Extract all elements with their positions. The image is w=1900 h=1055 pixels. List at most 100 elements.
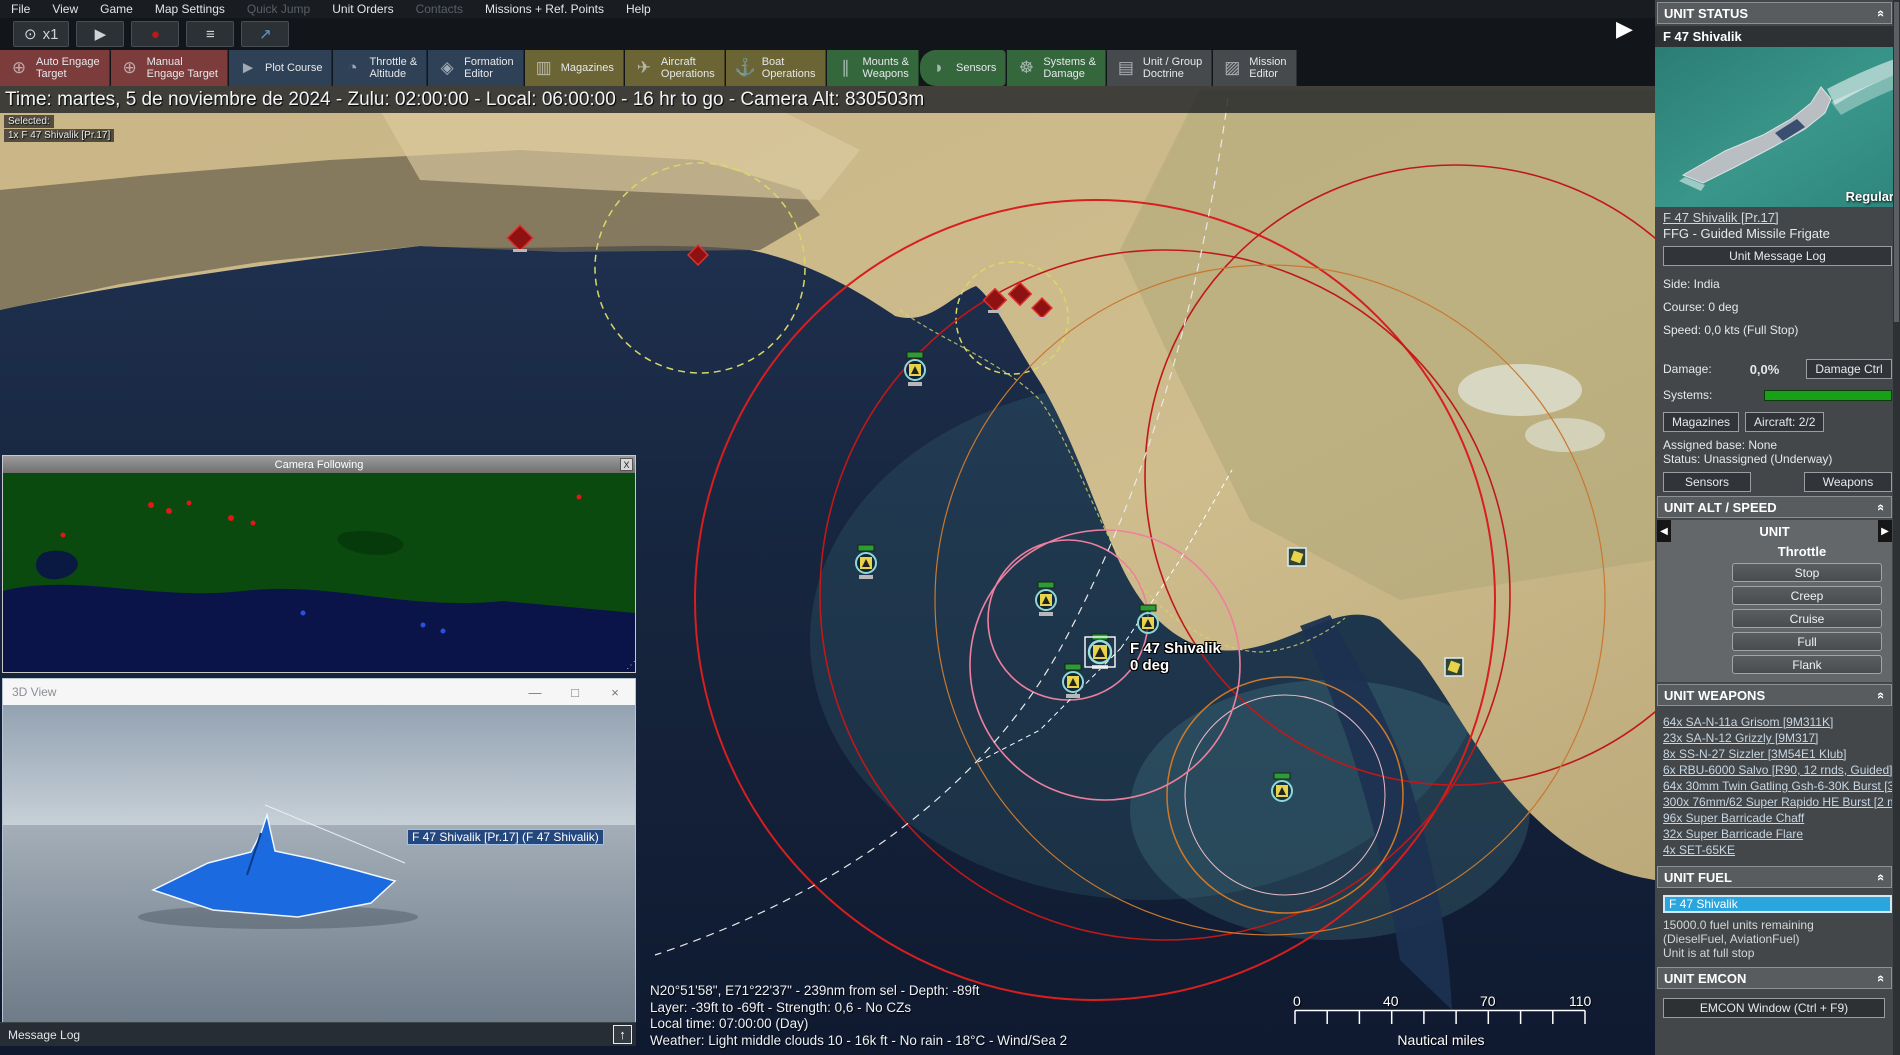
mission-editor-button[interactable]: ▨ Mission Editor — [1213, 50, 1296, 86]
sidebar-scrollbar[interactable] — [1893, 0, 1900, 1055]
formation-editor-button[interactable]: ◈ Formation Editor — [428, 50, 524, 86]
expand-log-button[interactable]: ↑ — [613, 1025, 632, 1044]
menu-help[interactable]: Help — [615, 1, 662, 17]
menu-file[interactable]: File — [0, 1, 41, 17]
jump-to-button[interactable]: ↗ — [241, 21, 289, 47]
mounts-weapons-button[interactable]: ∥ Mounts & Weapons — [827, 50, 919, 86]
play-button[interactable]: ▶ — [76, 21, 124, 47]
sensors-icon: ◗ — [929, 62, 949, 74]
jump-icon: ↗ — [259, 25, 272, 43]
map-unit-name: F 47 Shivalik — [1130, 640, 1221, 657]
menu-map-settings[interactable]: Map Settings — [144, 1, 236, 17]
camera-window-title: Camera Following — [275, 459, 364, 471]
salt-flat — [1458, 364, 1582, 416]
unit-emcon-header[interactable]: UNIT EMCON « — [1657, 967, 1892, 989]
menu-unit-orders[interactable]: Unit Orders — [321, 1, 404, 17]
aircraft-operations-button[interactable]: ✈ Aircraft Operations — [625, 50, 725, 86]
3d-view-window[interactable]: 3D View — □ × — [2, 678, 636, 1023]
throttle-creep-button[interactable]: Creep — [1732, 586, 1882, 605]
unit-fuel-header[interactable]: UNIT FUEL « — [1657, 866, 1892, 888]
camera-following-window[interactable]: Camera Following X ⋰ — [2, 455, 636, 673]
tactical-map[interactable]: F 47 Shivalik 0 deg File View Game Map S… — [0, 0, 1655, 1055]
clock-icon: ⊙ — [24, 25, 37, 43]
weapon-link[interactable]: 64x SA-N-11a Grisom [9M311K] — [1663, 714, 1892, 730]
sensors-button[interactable]: ◗ Sensors — [920, 50, 1006, 86]
3d-view-titlebar[interactable]: 3D View — □ × — [3, 679, 635, 705]
weapon-link[interactable]: 6x RBU-6000 Salvo [R90, 12 rnds, Guided] — [1663, 762, 1892, 778]
record-button[interactable]: ● — [131, 21, 179, 47]
unit-db-link[interactable]: F 47 Shivalik [Pr.17] — [1663, 210, 1892, 225]
weapons-panel-button[interactable]: Weapons — [1804, 472, 1892, 492]
menu-game[interactable]: Game — [89, 1, 144, 17]
systems-damage-button[interactable]: ☸ Systems & Damage — [1007, 50, 1106, 86]
unit-status-header[interactable]: UNIT STATUS « — [1657, 2, 1892, 24]
map-unit-label: F 47 Shivalik 0 deg — [1130, 640, 1221, 674]
magazines-button[interactable]: ▥ Magazines — [525, 50, 624, 86]
close-icon[interactable]: X — [620, 458, 633, 471]
plot-course-button[interactable]: ► Plot Course — [229, 50, 332, 86]
weapon-link[interactable]: 64x 30mm Twin Gatling Gsh-6-30K Burst [3 — [1663, 778, 1892, 794]
message-log-bar[interactable]: Message Log ↑ — [0, 1022, 636, 1046]
prev-arrow-icon[interactable]: ◀ — [1657, 520, 1671, 542]
menu-missions-ref-points[interactable]: Missions + Ref. Points — [474, 1, 615, 17]
magazines-panel-button[interactable]: Magazines — [1663, 412, 1739, 432]
gear-icon: ☸ — [1016, 62, 1036, 74]
maximize-icon[interactable]: □ — [555, 685, 595, 700]
time-compression-button[interactable]: ⊙ x1 — [13, 21, 69, 47]
friendly-unit-icon[interactable] — [1138, 605, 1158, 633]
unit-status-line: Status: Unassigned (Underway) — [1655, 452, 1900, 466]
selection-readout: Selected: 1x F 47 Shivalik [Pr.17] — [4, 115, 114, 143]
resize-grip-icon[interactable]: ⋰ — [626, 660, 634, 671]
collapse-icon[interactable]: « — [1874, 9, 1889, 16]
unit-alt-speed-header[interactable]: UNIT ALT / SPEED « — [1657, 496, 1892, 518]
minimize-icon[interactable]: — — [515, 685, 555, 700]
camera-minimap[interactable] — [3, 473, 635, 672]
aircraft-panel-button[interactable]: Aircraft: 2/2 — [1745, 412, 1824, 432]
weapon-link[interactable]: 23x SA-N-12 Grizzly [9M317] — [1663, 730, 1892, 746]
3d-scene[interactable] — [3, 705, 635, 1023]
collapse-icon[interactable]: « — [1874, 873, 1889, 880]
plot-course-icon: ► — [238, 62, 258, 74]
next-arrow-icon[interactable]: ▶ — [1878, 520, 1892, 542]
collapse-icon[interactable]: « — [1874, 691, 1889, 698]
weapon-link[interactable]: 300x 76mm/62 Super Rapido HE Burst [2 m — [1663, 794, 1892, 810]
throttle-label: Throttle — [1747, 544, 1857, 559]
collapse-icon[interactable]: « — [1874, 503, 1889, 510]
weapon-link[interactable]: 4x SET-65KE — [1663, 842, 1892, 858]
weapon-link[interactable]: 32x Super Barricade Flare — [1663, 826, 1892, 842]
throttle-altitude-button[interactable]: ◔ Throttle & Altitude — [333, 50, 427, 86]
friendly-facility-icon[interactable] — [1445, 658, 1463, 676]
emcon-window-button[interactable]: EMCON Window (Ctrl + F9) — [1663, 998, 1885, 1018]
unit-message-log-button[interactable]: Unit Message Log — [1663, 246, 1892, 266]
throttle-flank-button[interactable]: Flank — [1732, 655, 1882, 674]
weapon-link[interactable]: 8x SS-N-27 Sizzler [3M54E1 Klub] — [1663, 746, 1892, 762]
sidebar-expand-icon[interactable]: ▶ — [1616, 16, 1633, 42]
close-icon[interactable]: × — [595, 685, 635, 700]
throttle-cruise-button[interactable]: Cruise — [1732, 609, 1882, 628]
auto-engage-target-button[interactable]: ⊕ Auto Engage Target — [0, 50, 110, 86]
boat-operations-button[interactable]: ⚓ Boat Operations — [726, 50, 826, 86]
weapon-link[interactable]: 96x Super Barricade Chaff — [1663, 810, 1892, 826]
unit-type: FFG - Guided Missile Frigate — [1663, 226, 1892, 241]
unit-weapons-header[interactable]: UNIT WEAPONS « — [1657, 684, 1892, 706]
throttle-full-button[interactable]: Full — [1732, 632, 1882, 651]
friendly-unit-icon[interactable] — [1272, 773, 1292, 801]
throttle-stop-button[interactable]: Stop — [1732, 563, 1882, 582]
manual-engage-target-button[interactable]: ⊕ Manual Engage Target — [111, 50, 228, 86]
fuel-selected-unit[interactable]: F 47 Shivalik — [1663, 895, 1892, 913]
alt-speed-scope: UNIT — [1671, 524, 1878, 539]
alt-speed-panel: ◀ UNIT ▶ Throttle Stop Creep Cruise Full… — [1657, 520, 1892, 682]
cursor-status-readout: N20°51'58", E71°22'37" - 239nm from sel … — [650, 983, 1067, 1049]
aircraft-icon: ✈ — [634, 62, 654, 74]
friendly-facility-icon[interactable] — [1288, 548, 1306, 566]
unit-photo: Regular — [1655, 47, 1900, 207]
collapse-icon[interactable]: « — [1874, 974, 1889, 981]
camera-window-titlebar[interactable]: Camera Following X — [3, 456, 635, 473]
menu-view[interactable]: View — [41, 1, 89, 17]
damage-ctrl-button[interactable]: Damage Ctrl — [1806, 359, 1892, 379]
map-layers-button[interactable]: ≡ — [186, 21, 234, 47]
status-position: N20°51'58", E71°22'37" - 239nm from sel … — [650, 983, 1067, 1000]
sensors-panel-button[interactable]: Sensors — [1663, 472, 1751, 492]
time-compression-value: x1 — [43, 26, 59, 43]
unit-group-doctrine-button[interactable]: ▤ Unit / Group Doctrine — [1107, 50, 1212, 86]
